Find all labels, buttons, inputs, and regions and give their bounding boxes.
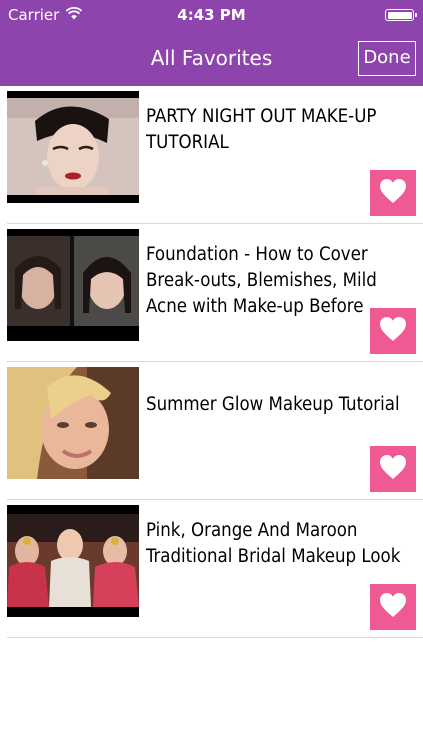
heart-icon	[379, 592, 407, 622]
list-item[interactable]: Foundation - How to Cover Break-outs, Bl…	[0, 224, 423, 362]
list-item[interactable]: PARTY NIGHT OUT MAKE-UP TUTORIAL	[0, 86, 423, 224]
navigation-bar: All Favorites Done	[0, 30, 423, 86]
heart-icon	[379, 316, 407, 346]
favorites-list: PARTY NIGHT OUT MAKE-UP TUTORIAL Foundat…	[0, 86, 423, 638]
video-thumbnail	[7, 229, 139, 341]
item-title: Pink, Orange And Maroon Traditional Brid…	[146, 520, 401, 567]
status-time: 4:43 PM	[177, 6, 246, 24]
item-title: Summer Glow Makeup Tutorial	[146, 394, 400, 415]
battery-icon	[385, 9, 417, 21]
favorite-button[interactable]	[370, 308, 416, 354]
favorite-button[interactable]	[370, 446, 416, 492]
video-thumbnail	[7, 91, 139, 203]
favorite-button[interactable]	[370, 584, 416, 630]
done-button[interactable]: Done	[358, 41, 416, 76]
favorite-button[interactable]	[370, 170, 416, 216]
video-thumbnail	[7, 367, 139, 479]
list-item[interactable]: Pink, Orange And Maroon Traditional Brid…	[0, 500, 423, 638]
list-item[interactable]: Summer Glow Makeup Tutorial	[0, 362, 423, 500]
heart-icon	[379, 454, 407, 484]
video-thumbnail	[7, 505, 139, 617]
item-title: PARTY NIGHT OUT MAKE-UP TUTORIAL	[146, 106, 377, 153]
status-bar: Carrier 4:43 PM	[0, 0, 423, 30]
heart-icon	[379, 178, 407, 208]
